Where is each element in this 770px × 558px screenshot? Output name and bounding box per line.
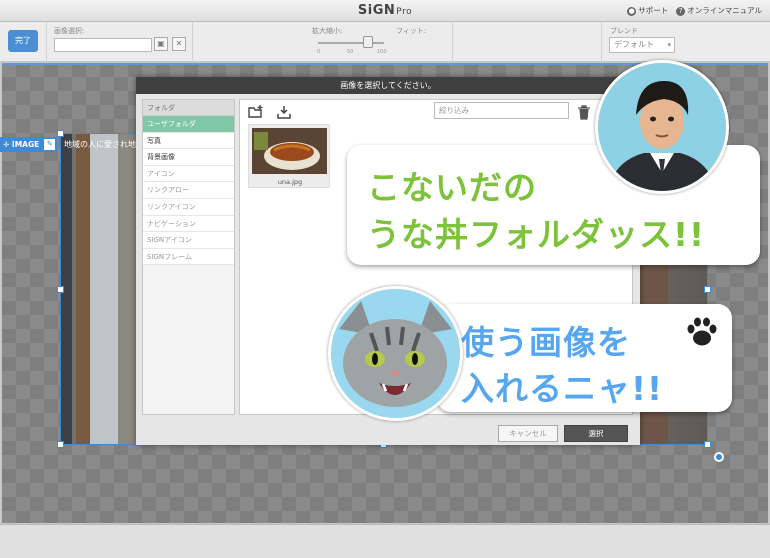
download-icon	[277, 106, 291, 119]
folder-panel: フォルダ ユーザフォルダ 写真 背景画像 アイコン リンクアロー リンクアイコン…	[142, 99, 235, 415]
folder-item-user[interactable]: ユーザフォルダ	[143, 116, 234, 133]
new-folder-button[interactable]	[248, 104, 264, 120]
blend-select[interactable]: デフォルト	[609, 37, 675, 53]
app-title-text: SiGN	[357, 3, 396, 18]
bubble-cat-line2: 入れるニャ!!	[461, 369, 664, 408]
scale-slider-handle[interactable]	[363, 36, 373, 48]
pencil-icon[interactable]: ✎	[44, 139, 56, 150]
filter-input[interactable]: 絞り込み	[434, 102, 569, 119]
manual-link[interactable]: ? オンラインマニュアル	[676, 5, 762, 16]
cat-avatar	[328, 286, 463, 421]
man-portrait	[598, 63, 726, 191]
user-icon: ●	[627, 7, 637, 16]
folder-item-sign-frame[interactable]: SIGNフレーム	[143, 248, 234, 266]
resize-handle[interactable]	[57, 286, 64, 293]
scale-label: 拡大縮小:	[312, 27, 343, 35]
support-link[interactable]: ● サポート	[627, 5, 668, 16]
folder-item-icon[interactable]: アイコン	[143, 165, 234, 183]
resize-handle[interactable]	[704, 286, 711, 293]
image-icon: ▣	[157, 39, 165, 48]
header-links: ● サポート ? オンラインマニュアル	[627, 5, 762, 16]
title-bar: SiGNPro ● サポート ? オンラインマニュアル	[0, 0, 770, 22]
rotate-handle[interactable]	[714, 452, 724, 462]
trash-icon	[578, 105, 590, 120]
slider-tick: 50	[347, 49, 354, 55]
folder-header: フォルダ	[143, 100, 234, 116]
app-title-suffix: Pro	[396, 7, 413, 17]
bubble-man-line1: こないだの	[367, 168, 537, 207]
done-button[interactable]: 完了	[8, 30, 38, 52]
toolbar-divider	[46, 22, 47, 62]
select-button[interactable]: 選択	[564, 425, 628, 442]
folder-item-background[interactable]: 背景画像	[143, 149, 234, 166]
dialog-title: 画像を選択してください。	[136, 77, 640, 94]
image-browse-button[interactable]: ▣	[154, 37, 168, 51]
app-window: SiGNPro ● サポート ? オンラインマニュアル 完了 画像選択: ▣ ✕ 拡…	[0, 0, 770, 558]
fit-label: フィット:	[396, 27, 427, 35]
toolbar-divider	[601, 22, 602, 62]
toolbar: 完了 画像選択: ▣ ✕ 拡大縮小: フィット: 0 50 100 ブレンド デ…	[0, 22, 770, 62]
speech-bubble-cat: 使う画像を 入れるニャ!!	[437, 304, 732, 412]
folder-item-navigation[interactable]: ナビゲーション	[143, 215, 234, 233]
image-path-field[interactable]	[54, 38, 152, 52]
resize-handle[interactable]	[57, 441, 64, 448]
manual-link-label: オンラインマニュアル	[687, 6, 762, 15]
bottom-bar	[0, 524, 770, 558]
close-icon: ✕	[175, 39, 183, 48]
folder-plus-icon	[248, 105, 263, 118]
cat-portrait	[331, 289, 460, 418]
slider-tick: 0	[317, 49, 321, 55]
resize-handle[interactable]	[704, 441, 711, 448]
folder-item-link-arrow[interactable]: リンクアロー	[143, 182, 234, 199]
image-clear-button[interactable]: ✕	[172, 37, 186, 51]
file-thumbnail[interactable]: una.jpg	[248, 124, 330, 188]
paw-icon	[687, 317, 717, 346]
toolbar-divider	[452, 22, 453, 62]
toolbar-divider	[192, 22, 193, 62]
cancel-button[interactable]: キャンセル	[498, 425, 558, 442]
bubble-cat-line1: 使う画像を	[461, 323, 631, 362]
bubble-man-line2: うな丼フォルダッス!!	[367, 215, 706, 254]
move-icon: ✛	[3, 140, 12, 149]
unadon-photo	[252, 128, 327, 174]
thumbnail-filename: una.jpg	[277, 178, 303, 186]
man-avatar	[595, 60, 729, 194]
folder-item-sign-icon[interactable]: SIGNアイコン	[143, 232, 234, 249]
resize-handle[interactable]	[57, 130, 64, 137]
support-link-label: サポート	[638, 6, 669, 15]
blend-label: ブレンド	[610, 27, 638, 35]
thumbnail-image	[252, 128, 327, 174]
image-layer-tag[interactable]: ✛ IMAGE ✎	[0, 137, 58, 152]
image-select-label: 画像選択:	[54, 27, 85, 35]
slider-tick: 100	[377, 49, 387, 55]
image-layer-label: IMAGE	[11, 140, 40, 149]
scale-slider-track[interactable]	[318, 42, 384, 44]
delete-button[interactable]	[577, 104, 593, 120]
help-icon: ?	[676, 7, 686, 16]
folder-item-photo[interactable]: 写真	[143, 132, 234, 150]
folder-item-link-icon[interactable]: リンクアイコン	[143, 198, 234, 216]
upload-button[interactable]	[276, 104, 292, 120]
